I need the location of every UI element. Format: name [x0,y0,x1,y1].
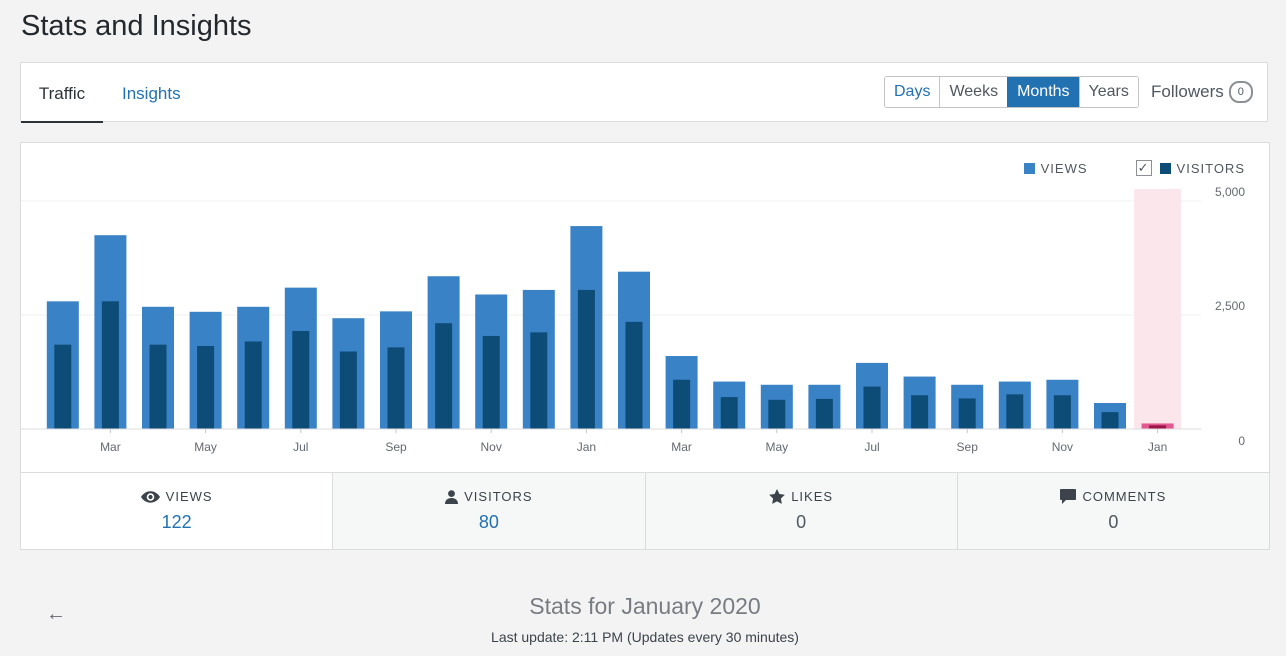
visitors-bar [768,399,786,429]
visitors-bar [292,330,310,429]
summary-tab-visitors[interactable]: VISITORS 80 [332,473,645,549]
visitors-bar [387,347,405,429]
visitors-bar [673,379,691,429]
visitors-bar [101,301,119,429]
period-years-button[interactable]: Years [1078,77,1138,107]
visitors-bar [1053,395,1071,429]
summary-comments-label: COMMENTS [1082,489,1167,504]
x-tick-label: May [765,440,788,454]
x-tick-label: Nov [1052,440,1073,454]
visitors-bar [720,397,738,429]
visitors-bar [1006,394,1024,429]
summary-tab-comments[interactable]: COMMENTS 0 [956,473,1269,549]
tab-traffic[interactable]: Traffic [21,63,103,123]
visitors-bar [482,335,500,429]
visitors-bar [339,351,357,429]
summary-comments-value: 0 [1108,512,1119,532]
period-months-button[interactable]: Months [1007,77,1079,107]
followers-label: Followers [1151,82,1224,101]
period-selector: Days Weeks Months Years [884,76,1139,108]
summary-visitors-value: 80 [478,512,499,532]
y-tick-label: 2,500 [1215,299,1245,313]
followers-count-badge: 0 [1228,81,1253,103]
star-icon [769,489,786,504]
visitors-bar [1149,425,1167,429]
period-days-button[interactable]: Days [885,77,940,107]
summary-visitors-label: VISITORS [464,489,533,504]
visitors-bar [863,386,881,429]
visitors-bar [958,398,976,429]
visitors-bar [577,289,595,429]
summary-tab-likes[interactable]: LIKES 0 [644,473,957,549]
x-tick-label: Sep [385,440,407,454]
selected-month-highlight [1134,189,1182,429]
summary-tabs: VIEWS 122 VISITORS 80 LIKES 0 COMMENTS 0 [21,472,1269,549]
summary-views-value: 122 [161,512,192,532]
visitors-bar [625,321,643,429]
x-tick-label: Nov [481,440,502,454]
eye-icon [140,490,160,503]
visitors-bar [911,395,929,429]
y-tick-label: 5,000 [1215,185,1245,199]
x-tick-label: Jan [577,440,596,454]
x-tick-label: Sep [957,440,979,454]
visitors-bar [244,341,262,429]
x-tick-label: Mar [100,440,121,454]
visitors-bar [197,346,215,429]
stats-chart-card: VIEWS ✓ VISITORS 0 2,500 5,000 Mar May Jul Sep… [20,142,1270,550]
comment-icon [1060,489,1077,504]
y-tick-label: 0 [1238,434,1245,448]
followers-link[interactable]: Followers 0 [1151,81,1253,103]
last-update-text: Last update: 2:11 PM (Updates every 30 m… [491,629,799,645]
person-icon [445,489,459,504]
visitors-bar [435,323,453,429]
views-visitors-bar-chart: 0 2,500 5,000 Mar May Jul Sep Nov Jan Mar May Jul Se… [21,185,1245,454]
visitors-bar [815,398,833,429]
x-tick-label: Jan [1148,440,1167,454]
section-nav: Traffic Insights Days Weeks Months Years… [20,62,1268,123]
summary-views-label: VIEWS [165,489,213,504]
visitors-bar [530,332,548,429]
visitors-bar [54,344,72,429]
summary-tab-views[interactable]: VIEWS 122 [21,473,333,549]
visitors-bar [1101,412,1119,429]
x-tick-label: Mar [671,440,692,454]
x-tick-label: May [194,440,217,454]
tab-insights[interactable]: Insights [122,63,181,123]
stats-period-heading: Stats for January 2020 [529,593,761,619]
summary-likes-value: 0 [796,512,807,532]
summary-likes-label: LIKES [791,489,834,504]
visitors-bar [149,344,167,429]
period-weeks-button[interactable]: Weeks [939,77,1008,107]
x-tick-label: Jul [293,440,308,454]
page-title: Stats and Insights [21,10,252,42]
x-tick-label: Jul [864,440,879,454]
